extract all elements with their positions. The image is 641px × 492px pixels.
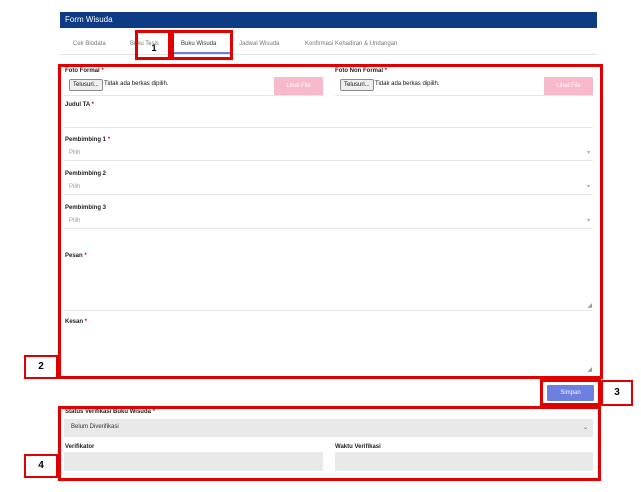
annotation-number-3: 3 bbox=[601, 380, 633, 406]
form-title: Form Wisuda bbox=[65, 15, 113, 24]
tab-konfirmasi-kehadiran[interactable]: Konfirmasi Kehadiran & Undangan bbox=[305, 41, 397, 47]
annotation-box-2 bbox=[58, 64, 603, 379]
annotation-number-1: 1 bbox=[151, 43, 157, 53]
annotation-box-4 bbox=[58, 406, 601, 481]
annotation-number-2: 2 bbox=[24, 355, 58, 379]
annotation-box-tab-highlight bbox=[171, 30, 233, 60]
form-header: Form Wisuda bbox=[60, 12, 597, 28]
tab-jadwal-wisuda[interactable]: Jadwal Wisuda bbox=[239, 41, 279, 47]
tab-cek-biodata[interactable]: Cek Biodata bbox=[73, 41, 106, 47]
annotation-box-3 bbox=[540, 379, 601, 406]
annotation-number-4: 4 bbox=[24, 454, 58, 478]
